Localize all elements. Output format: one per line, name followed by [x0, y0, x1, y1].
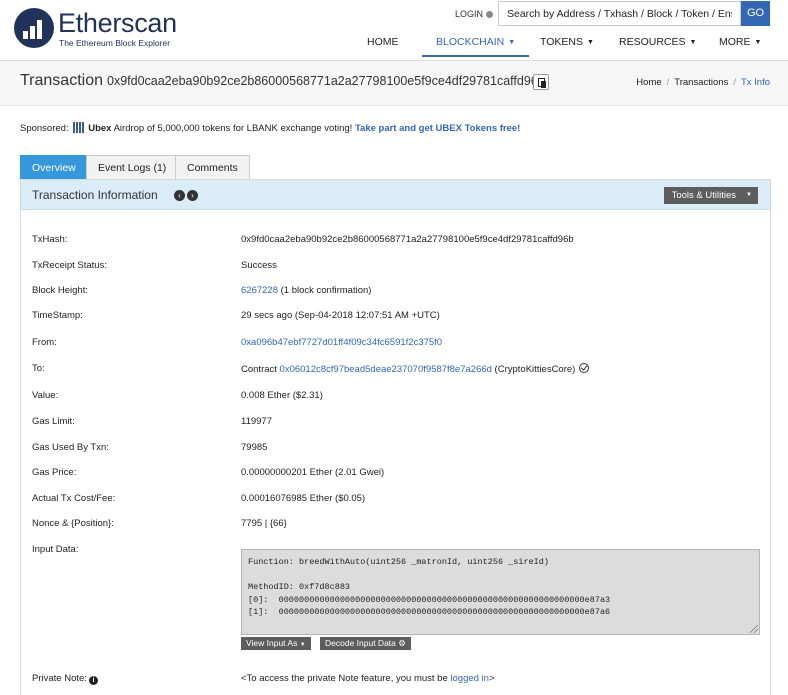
value-value: 0.008 Ether ($2.31) — [241, 390, 323, 401]
private-note-prefix: <To access the private Note feature, you… — [241, 673, 451, 684]
breadcrumb-current: Tx Info — [740, 77, 770, 88]
view-input-as-button[interactable]: View Input As ▼ — [241, 637, 311, 650]
input-data-textarea[interactable]: Function: breedWithAuto(uint256 _matronI… — [241, 549, 760, 635]
decode-input-label: Decode Input Data — [325, 638, 396, 648]
sponsored-link[interactable]: Take part and get UBEX Tokens free! — [355, 123, 520, 134]
chevron-down-icon: ▼ — [299, 642, 306, 648]
to-value: Contract 0x06012c8cf97bead5deae237070f95… — [241, 363, 590, 375]
block-value: 6267228 (1 block confirmation) — [241, 285, 371, 296]
nav-resources[interactable]: RESOURCES ▼ — [619, 36, 696, 48]
panel-title: Transaction Information — [32, 188, 158, 202]
nav-home[interactable]: HOME — [367, 36, 399, 48]
from-address-link[interactable]: 0xa096b47ebf7727d01ff4f09c34fc6591f2c375… — [241, 337, 442, 348]
tab-comments[interactable]: Comments — [175, 155, 250, 179]
chevron-down-icon: ▼ — [754, 39, 762, 46]
status-value: Success — [241, 260, 277, 271]
search-go-button[interactable]: GO — [741, 1, 770, 26]
to-prefix: Contract — [241, 364, 280, 375]
nav-tokens-label: TOKENS — [540, 36, 583, 48]
decode-input-button[interactable]: Decode Input Data ⚙ — [320, 637, 411, 650]
block-label: Block Height: — [32, 285, 88, 296]
ubex-logo-icon — [73, 122, 85, 133]
to-address-link[interactable]: 0x06012c8cf97bead5deae237070f9587f8e7a26… — [280, 364, 492, 375]
chevron-down-icon: ▼ — [689, 39, 697, 46]
login-label: LOGIN — [455, 9, 484, 19]
nonce-label: Nonce & {Position}: — [32, 518, 114, 529]
nav-tokens[interactable]: TOKENS ▼ — [540, 36, 594, 48]
value-label: Value: — [32, 390, 59, 401]
login-link[interactable]: LOGIN — [455, 9, 494, 19]
breadcrumb-transactions[interactable]: Transactions — [674, 77, 728, 88]
gas-limit-label: Gas Limit: — [32, 416, 75, 427]
transaction-panel: Transaction Information ‹ › Tools & Util… — [20, 179, 771, 695]
copy-icon[interactable] — [533, 74, 549, 90]
status-label: TxReceipt Status: — [32, 260, 107, 271]
private-note-label-text: Private Note: — [32, 673, 87, 684]
txhash-label: TxHash: — [32, 234, 68, 245]
panel-header: Transaction Information ‹ › Tools & Util… — [21, 180, 770, 210]
breadcrumb: Home / Transactions / Tx Info — [636, 77, 770, 88]
private-note-label: Private Note: i — [32, 673, 98, 685]
nav-more-label: MORE — [719, 36, 751, 48]
site-logo[interactable]: Etherscan The Ethereum Block Explorer — [14, 6, 214, 52]
resize-handle-icon[interactable] — [750, 625, 758, 633]
nonce-value: 7795 | {66} — [241, 518, 287, 529]
timestamp-value: 29 secs ago (Sep-04-2018 12:07:51 AM +UT… — [241, 310, 440, 321]
nav-home-label: HOME — [367, 36, 399, 48]
page-tx-hash: 0x9fd0caa2eba90b92ce2b86000568771a2a2779… — [107, 74, 545, 88]
info-icon[interactable]: i — [88, 676, 98, 685]
to-contract-name: (CryptoKittiesCore) — [491, 364, 576, 375]
from-label: From: — [32, 337, 57, 348]
prev-tx-icon[interactable]: ‹ — [174, 190, 185, 201]
search-input[interactable] — [498, 1, 741, 26]
site-header: Etherscan The Ethereum Block Explorer LO… — [0, 0, 788, 60]
gas-limit-value: 119977 — [241, 416, 272, 427]
gas-used-value: 79985 — [241, 442, 268, 453]
sponsored-label: Sponsored: — [20, 123, 69, 134]
txhash-value: 0x9fd0caa2eba90b92ce2b86000568771a2a2779… — [241, 234, 574, 245]
gas-price-label: Gas Price: — [32, 467, 77, 478]
page-title-bar: Transaction 0x9fd0caa2eba90b92ce2b860005… — [0, 60, 788, 106]
nav-more[interactable]: MORE ▼ — [719, 36, 761, 48]
to-label: To: — [32, 363, 45, 374]
tab-overview[interactable]: Overview — [20, 155, 88, 179]
private-note-value: <To access the private Note feature, you… — [241, 673, 495, 684]
page-title: Transaction — [20, 72, 103, 89]
verified-check-icon — [579, 363, 590, 373]
brand-tagline: The Ethereum Block Explorer — [59, 38, 171, 48]
input-data-label: Input Data: — [32, 544, 79, 555]
sponsored-text: Airdrop of 5,000,000 tokens for LBANK ex… — [111, 123, 355, 134]
private-note-suffix: > — [488, 673, 495, 684]
sponsored-brand: Ubex — [88, 123, 112, 134]
block-confirmation: (1 block confirmation) — [277, 285, 372, 296]
tools-utilities-button[interactable]: Tools & Utilities — [663, 187, 758, 204]
next-tx-icon[interactable]: › — [187, 190, 198, 201]
tab-event-logs[interactable]: Event Logs (1) — [86, 155, 179, 179]
input-data-text: Function: breedWithAuto(uint256 _matronI… — [248, 557, 611, 617]
nav-blockchain[interactable]: BLOCKCHAIN ▼ — [421, 36, 530, 57]
etherscan-logo-icon — [14, 8, 54, 48]
chevron-down-icon: ▼ — [586, 39, 594, 46]
block-link[interactable]: 6267228 — [241, 285, 278, 296]
timestamp-label: TimeStamp: — [32, 310, 83, 321]
brand-name: Etherscan — [58, 8, 177, 38]
breadcrumb-home[interactable]: Home — [636, 77, 661, 88]
tx-fee-label: Actual Tx Cost/Fee: — [32, 493, 116, 504]
sponsored-banner: Sponsored: Ubex Airdrop of 5,000,000 tok… — [20, 122, 520, 134]
nav-blockchain-label: BLOCKCHAIN — [436, 36, 505, 48]
gas-used-label: Gas Used By Txn: — [32, 442, 109, 453]
user-icon — [486, 11, 494, 18]
gear-icon: ⚙ — [398, 638, 406, 648]
login-link-inline[interactable]: logged in — [450, 673, 489, 684]
tx-fee-value: 0.00016076985 Ether ($0.05) — [241, 493, 366, 504]
nav-resources-label: RESOURCES — [619, 36, 686, 48]
chevron-down-icon: ▼ — [508, 39, 516, 46]
gas-price-value: 0.00000000201 Ether (2.01 Gwei) — [241, 467, 385, 478]
view-input-as-label: View Input As — [246, 638, 298, 648]
